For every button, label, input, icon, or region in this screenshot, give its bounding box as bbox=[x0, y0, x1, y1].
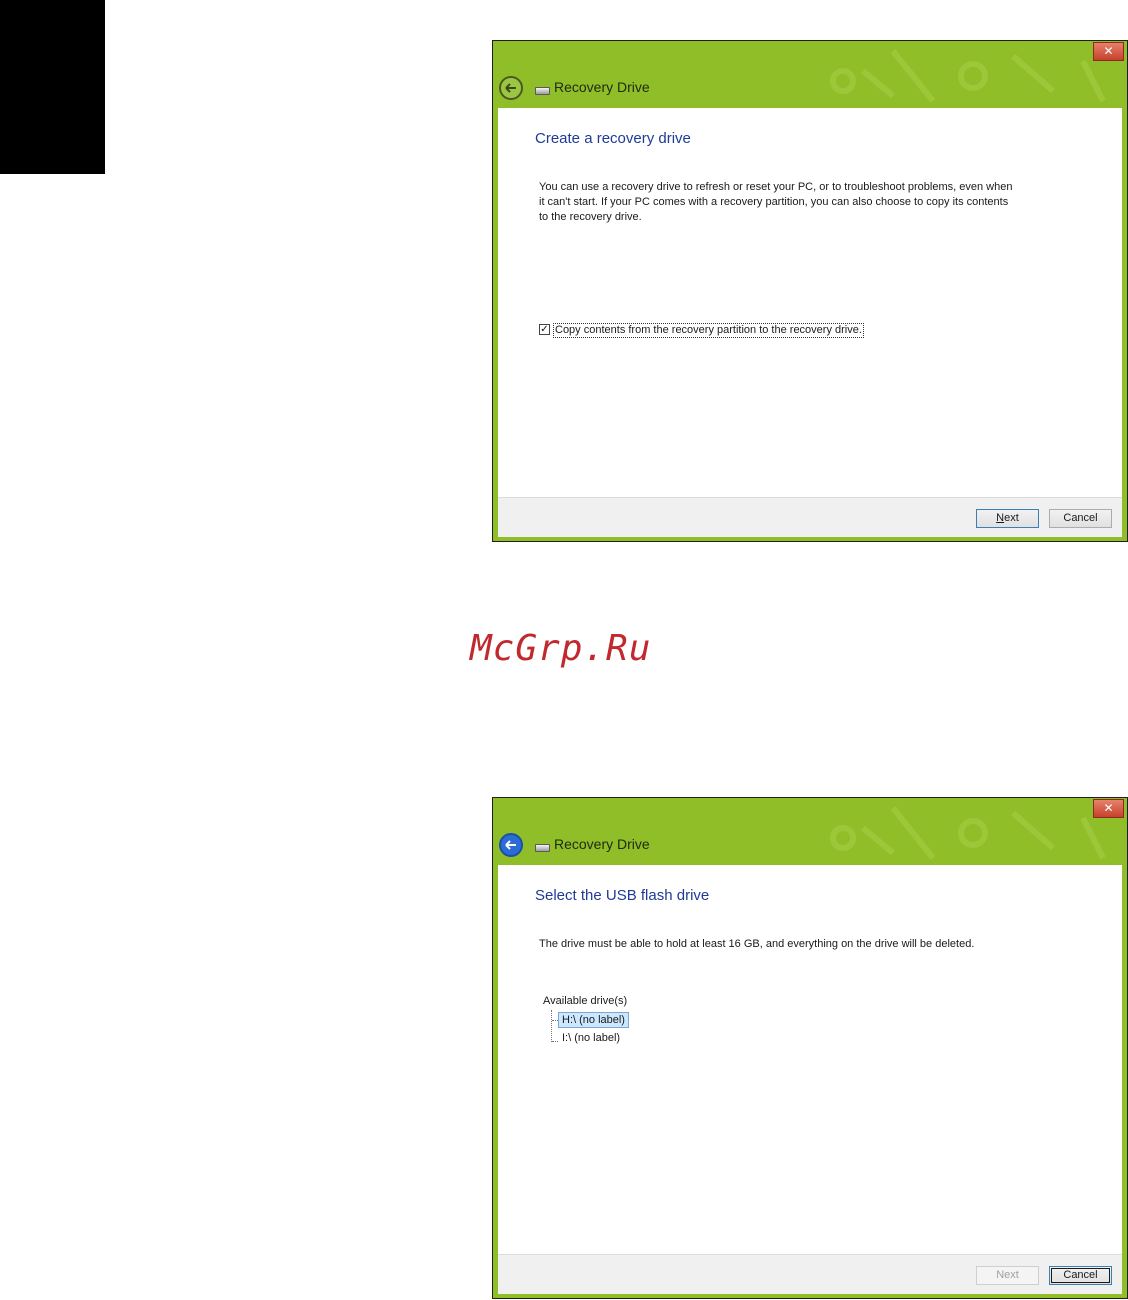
drive-item-h[interactable]: H:\ (no label) bbox=[558, 1012, 629, 1028]
close-button[interactable]: ✕ bbox=[1093, 42, 1124, 61]
content-area: Create a recovery drive You can use a re… bbox=[498, 108, 1122, 497]
window-title: Recovery Drive bbox=[554, 79, 650, 95]
close-icon: ✕ bbox=[1103, 801, 1114, 815]
next-button[interactable]: Next bbox=[976, 509, 1039, 528]
cancel-button[interactable]: Cancel bbox=[1049, 1266, 1112, 1285]
watermark: McGrp.Ru bbox=[470, 628, 652, 669]
recovery-drive-window-1: ✕ Recovery Drive Create a recovery drive… bbox=[492, 40, 1128, 542]
tree-connector bbox=[552, 1041, 558, 1042]
page-heading: Select the USB flash drive bbox=[535, 887, 710, 904]
back-arrow-icon bbox=[505, 840, 516, 850]
tree-connector bbox=[551, 1010, 552, 1042]
back-arrow-icon bbox=[505, 83, 516, 93]
title-bar: ✕ Recovery Drive bbox=[493, 41, 1127, 107]
button-bar: Next Cancel bbox=[498, 1254, 1122, 1294]
button-bar: Next Cancel bbox=[498, 497, 1122, 537]
description-line-2: it can't start. If your PC comes with a … bbox=[539, 196, 1009, 208]
cancel-button[interactable]: Cancel bbox=[1049, 509, 1112, 528]
page-edge-tab bbox=[0, 0, 105, 174]
page-heading: Create a recovery drive bbox=[535, 130, 691, 147]
available-drives-label: Available drive(s) bbox=[543, 995, 628, 1007]
next-label-rest: ext bbox=[1004, 512, 1019, 524]
back-button[interactable] bbox=[499, 833, 523, 857]
drive-icon bbox=[535, 844, 550, 852]
window-title: Recovery Drive bbox=[554, 836, 650, 852]
description-line-3: to the recovery drive. bbox=[539, 211, 642, 223]
description-text: You can use a recovery drive to refresh … bbox=[539, 180, 1039, 225]
description-line-1: The drive must be able to hold at least … bbox=[539, 938, 975, 950]
titlebar-decoration bbox=[830, 49, 1106, 103]
close-button[interactable]: ✕ bbox=[1093, 799, 1124, 818]
drive-item-i[interactable]: I:\ (no label) bbox=[559, 1031, 623, 1045]
description-line-1: You can use a recovery drive to refresh … bbox=[539, 181, 1013, 193]
titlebar-decoration bbox=[830, 806, 1106, 860]
recovery-drive-window-2: ✕ Recovery Drive Select the USB flash dr… bbox=[492, 797, 1128, 1299]
close-icon: ✕ bbox=[1103, 44, 1114, 58]
content-area: Select the USB flash drive The drive mus… bbox=[498, 865, 1122, 1254]
drive-icon bbox=[535, 87, 550, 95]
copy-partition-label[interactable]: Copy contents from the recovery partitio… bbox=[553, 323, 864, 338]
title-bar: ✕ Recovery Drive bbox=[493, 798, 1127, 864]
next-button[interactable]: Next bbox=[976, 1266, 1039, 1285]
description-text: The drive must be able to hold at least … bbox=[539, 937, 1039, 952]
copy-partition-checkbox[interactable]: ✓ bbox=[539, 324, 550, 335]
next-access-key: N bbox=[996, 512, 1005, 524]
back-button[interactable] bbox=[499, 76, 523, 100]
